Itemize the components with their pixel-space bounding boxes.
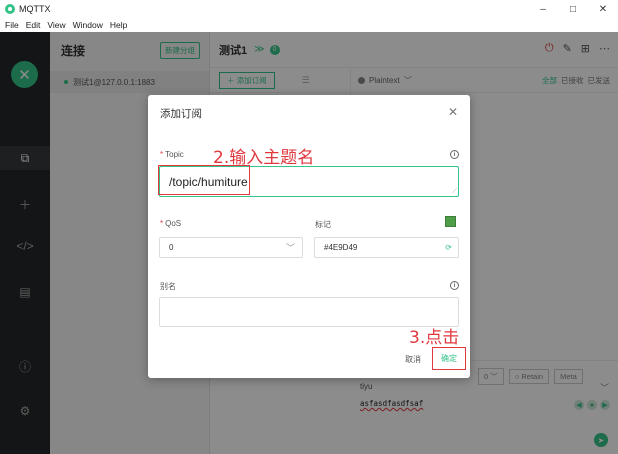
menu-view[interactable]: View [47,20,65,30]
qos-dropdown[interactable]: 0 ﹀ [159,237,303,258]
mark-color-value: #4E9D49 [324,243,358,252]
menu-bar: File Edit View Window Help [0,18,618,32]
menu-window[interactable]: Window [73,20,103,30]
minimize-button[interactable]: – [528,0,558,18]
menu-help[interactable]: Help [110,20,127,30]
title-bar: MQTTX – □ ✕ [0,0,618,18]
resize-handle-icon[interactable]: ⟋ [452,188,457,196]
topic-info-icon[interactable]: i [450,150,459,159]
dialog-close-icon[interactable]: ✕ [448,105,458,119]
annotation-step3: 3.点击 [409,328,460,348]
annotation-topic-box [158,165,250,195]
menu-file[interactable]: File [5,20,19,30]
topic-label-text: Topic [165,150,184,159]
alias-info-icon[interactable]: i [450,281,459,290]
menu-edit[interactable]: Edit [26,20,41,30]
close-window-button[interactable]: ✕ [588,0,618,18]
qos-label: * QoS [160,219,182,228]
mark-label: 标记 [315,220,331,229]
chevron-down-icon: ﹀ [285,243,295,253]
maximize-button[interactable]: □ [558,0,588,18]
qos-label-text: QoS [165,219,182,228]
topic-label: * Topic [160,150,184,159]
dialog-title: 添加订阅 [160,108,202,120]
alias-label: 别名 [160,282,176,291]
refresh-color-icon[interactable]: ⟳ [445,243,452,252]
window-title: MQTTX [19,4,51,14]
confirm-button[interactable]: 确定 [432,347,466,370]
window-controls: – □ ✕ [528,0,618,18]
mqttx-logo-icon [5,4,15,14]
qos-dropdown-value: 0 [169,243,174,252]
color-swatch[interactable] [445,216,456,227]
mark-color-input[interactable]: #4E9D49 ⟳ [314,237,459,258]
cancel-button[interactable]: 取消 [405,354,421,365]
